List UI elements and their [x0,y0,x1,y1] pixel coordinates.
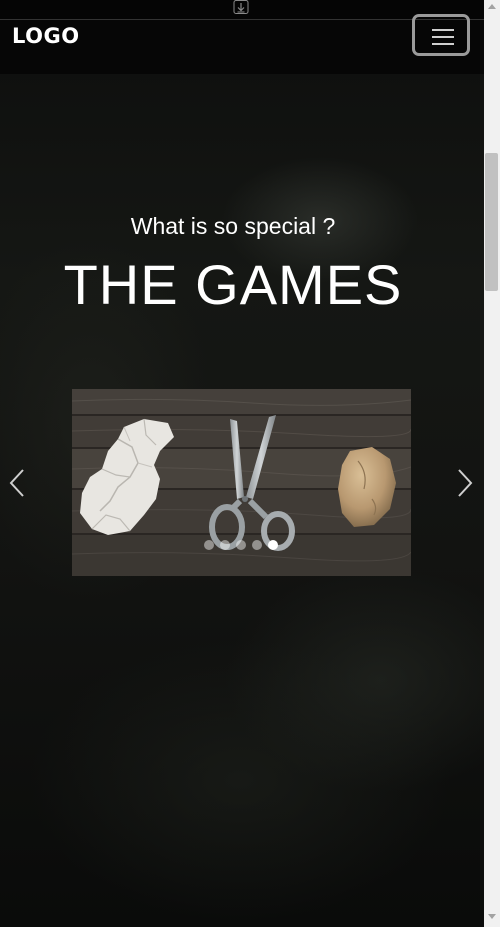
carousel-dot-4[interactable] [252,540,262,550]
chevron-left-icon[interactable] [8,468,28,498]
hero-subtitle: What is so special ? [130,213,336,239]
browser-top-strip [0,0,484,20]
download-icon[interactable] [233,0,249,15]
page: LOGO What is so special ? THE GAMES [0,0,500,927]
games-carousel[interactable] [72,389,411,576]
carousel-dot-5[interactable] [268,540,278,550]
hero-title: THE GAMES [63,253,403,316]
carousel-dot-3[interactable] [236,540,246,550]
carousel-dot-2[interactable] [220,540,230,550]
scroll-down-icon[interactable] [488,914,496,919]
scrollbar[interactable] [484,0,500,927]
navbar: LOGO [0,14,484,74]
logo[interactable]: LOGO [12,24,80,48]
scrollbar-thumb[interactable] [485,153,498,291]
scroll-up-icon[interactable] [488,4,496,9]
chevron-right-icon[interactable] [454,468,474,498]
carousel-dot-1[interactable] [204,540,214,550]
menu-toggle-button[interactable] [412,14,470,56]
